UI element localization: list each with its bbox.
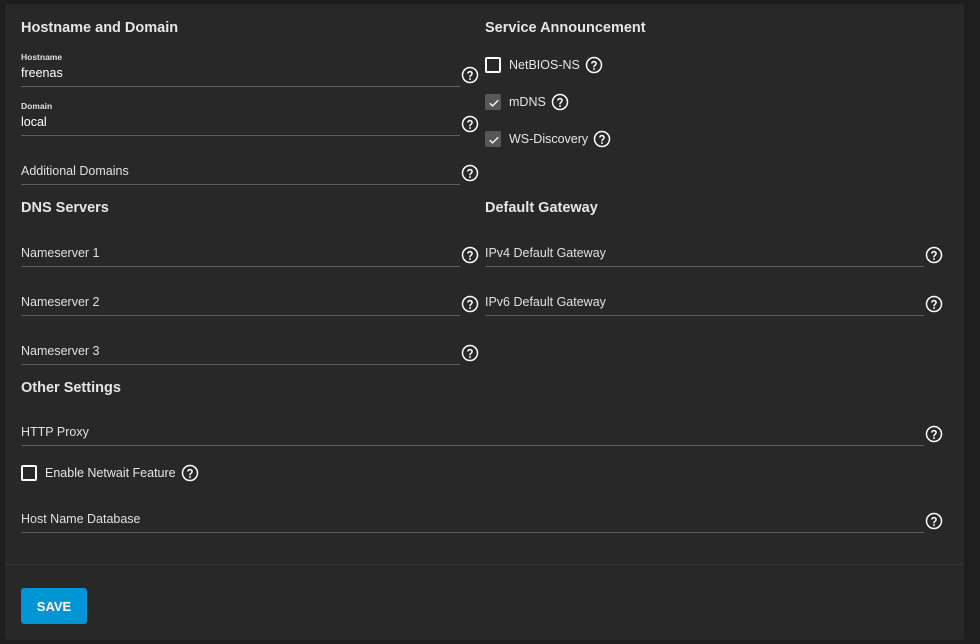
netwait-checkbox[interactable] — [21, 465, 37, 481]
help-icon[interactable] — [925, 246, 943, 264]
netbios-ns-option: NetBIOS-NS — [485, 56, 603, 74]
http-proxy-field[interactable]: HTTP Proxy — [21, 412, 924, 446]
nameserver1-field[interactable]: Nameserver 1 — [21, 232, 460, 267]
ws-discovery-label: WS-Discovery — [509, 132, 589, 146]
host-name-database-label: Host Name Database — [21, 512, 141, 526]
host-name-database-field[interactable]: Host Name Database — [21, 498, 924, 533]
section-title-hostname-domain: Hostname and Domain — [21, 20, 179, 36]
ws-discovery-option: WS-Discovery — [485, 130, 611, 148]
help-icon[interactable] — [925, 425, 943, 443]
domain-field[interactable]: Domain local — [21, 101, 460, 136]
help-icon[interactable] — [461, 295, 479, 313]
mdns-label: mDNS — [509, 95, 546, 109]
netwait-option: Enable Netwait Feature — [21, 464, 199, 482]
domain-value[interactable]: local — [21, 115, 47, 129]
mdns-option: mDNS — [485, 93, 569, 111]
nameserver3-label: Nameserver 3 — [21, 344, 100, 358]
help-icon[interactable] — [461, 344, 479, 362]
section-title-other-settings: Other Settings — [21, 380, 121, 396]
netbios-ns-checkbox[interactable] — [485, 57, 501, 73]
hostname-field[interactable]: Hostname freenas — [21, 52, 460, 87]
mdns-checkbox[interactable] — [485, 94, 501, 110]
nameserver3-field[interactable]: Nameserver 3 — [21, 330, 460, 365]
help-icon[interactable] — [181, 464, 199, 482]
nameserver1-label: Nameserver 1 — [21, 246, 100, 260]
help-icon[interactable] — [461, 164, 479, 182]
nameserver2-label: Nameserver 2 — [21, 295, 100, 309]
checkmark-icon — [489, 136, 499, 144]
ws-discovery-checkbox[interactable] — [485, 131, 501, 147]
http-proxy-label: HTTP Proxy — [21, 425, 89, 439]
section-title-default-gateway: Default Gateway — [485, 200, 598, 216]
ipv6-gateway-label: IPv6 Default Gateway — [485, 295, 606, 309]
help-icon[interactable] — [461, 246, 479, 264]
save-button[interactable]: SAVE — [21, 588, 87, 624]
help-icon[interactable] — [593, 130, 611, 148]
actions-divider — [5, 564, 964, 565]
section-title-dns-servers: DNS Servers — [21, 200, 109, 216]
ipv4-gateway-label: IPv4 Default Gateway — [485, 246, 606, 260]
ipv4-gateway-field[interactable]: IPv4 Default Gateway — [485, 232, 924, 267]
netwait-label: Enable Netwait Feature — [45, 466, 176, 480]
section-title-service-announcement: Service Announcement — [485, 20, 646, 36]
nameserver2-field[interactable]: Nameserver 2 — [21, 281, 460, 316]
help-icon[interactable] — [461, 115, 479, 133]
network-settings-card: Hostname and Domain Hostname freenas Dom… — [5, 4, 964, 640]
help-icon[interactable] — [461, 66, 479, 84]
domain-label: Domain — [21, 101, 53, 111]
additional-domains-field[interactable]: Additional Domains — [21, 150, 460, 185]
netbios-ns-label: NetBIOS-NS — [509, 58, 580, 72]
checkmark-icon — [489, 99, 499, 107]
hostname-value[interactable]: freenas — [21, 66, 63, 80]
ipv6-gateway-field[interactable]: IPv6 Default Gateway — [485, 281, 924, 316]
help-icon[interactable] — [925, 295, 943, 313]
help-icon[interactable] — [585, 56, 603, 74]
help-icon[interactable] — [551, 93, 569, 111]
hostname-label: Hostname — [21, 52, 63, 62]
help-icon[interactable] — [925, 512, 943, 530]
additional-domains-label: Additional Domains — [21, 164, 129, 178]
